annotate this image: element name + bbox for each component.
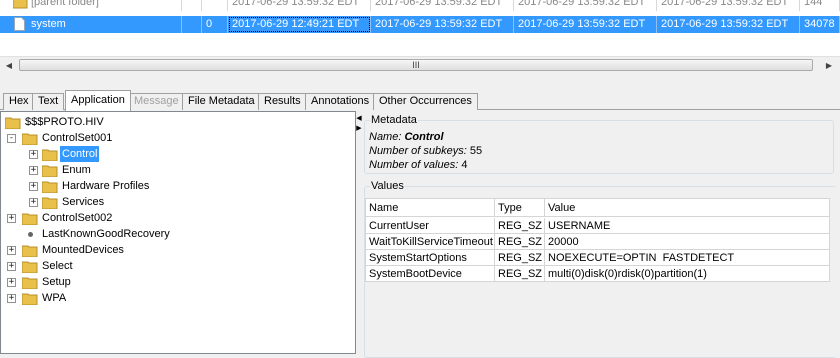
count-cell: 0 xyxy=(202,16,228,33)
values-table-header: Name Type Value xyxy=(366,199,829,217)
tab-annotations[interactable]: Annotations xyxy=(305,93,376,110)
tree-label: Services xyxy=(62,196,105,208)
tree-label: WPA xyxy=(42,292,67,304)
key-name-value: Control xyxy=(404,131,444,143)
tree-label: ControlSet001 xyxy=(42,132,113,144)
scroll-thumb[interactable]: III xyxy=(19,59,813,71)
folder-icon xyxy=(42,181,58,193)
tree-label: LastKnownGoodRecovery xyxy=(42,228,170,240)
tab-application[interactable]: Application xyxy=(65,90,131,111)
metadata-title: Metadata xyxy=(370,114,418,127)
table-row[interactable]: SystemStartOptions REG_SZ NOEXECUTE=OPTI… xyxy=(366,250,829,266)
tree-label: MountedDevices xyxy=(42,244,124,256)
file-icon xyxy=(14,17,25,31)
table-row[interactable]: system 0 2017-06-29 12:49:21 EDT 2017-06… xyxy=(0,16,840,33)
folder-open-icon xyxy=(22,133,38,145)
accessed-time-cell: 2017-06-29 13:59:32 EDT xyxy=(514,0,657,11)
folder-icon xyxy=(13,0,28,9)
horizontal-scrollbar[interactable]: ◀ III ▶ xyxy=(0,56,840,73)
expand-icon[interactable]: + xyxy=(7,262,16,271)
changed-time-cell: 2017-06-29 13:59:32 EDT xyxy=(371,16,514,33)
registry-details-panel: Metadata Name: Control Number of subkeys… xyxy=(362,111,840,358)
expand-icon[interactable]: + xyxy=(7,214,16,223)
tab-message: Message xyxy=(128,93,185,110)
expand-icon[interactable]: + xyxy=(7,246,16,255)
expand-icon[interactable]: + xyxy=(7,294,16,303)
table-row[interactable]: WaitToKillServiceTimeout REG_SZ 20000 xyxy=(366,234,829,250)
created-time-cell: 2017-06-29 13:59:32 EDT xyxy=(657,16,800,33)
collapse-icon[interactable]: - xyxy=(7,134,16,143)
expand-icon[interactable]: + xyxy=(29,182,38,191)
file-list-table: [parent folder] 2017-06-29 13:59:32 EDT … xyxy=(0,0,840,56)
tree-label: Select xyxy=(42,260,73,272)
column-header-type[interactable]: Type xyxy=(495,199,545,216)
column-header-name[interactable]: Name xyxy=(366,199,495,216)
metadata-group: Metadata Name: Control Number of subkeys… xyxy=(364,114,834,174)
expand-icon[interactable]: + xyxy=(29,166,38,175)
folder-icon xyxy=(22,213,38,225)
flag-cell xyxy=(182,16,202,33)
expand-icon[interactable]: + xyxy=(29,198,38,207)
tree-label: ControlSet002 xyxy=(42,212,113,224)
table-row[interactable]: [parent folder] 2017-06-29 13:59:32 EDT … xyxy=(0,0,840,11)
metadata-subkeys-line: Number of subkeys: 55 xyxy=(369,145,483,157)
column-header-value[interactable]: Value xyxy=(545,199,829,216)
table-row[interactable]: SystemBootDevice REG_SZ multi(0)disk(0)r… xyxy=(366,266,829,282)
tab-file-metadata[interactable]: File Metadata xyxy=(182,93,261,110)
folder-icon xyxy=(22,293,38,305)
value-leaf-icon xyxy=(28,232,33,237)
changed-time-cell: 2017-06-29 13:59:32 EDT xyxy=(371,0,514,11)
size-cell: 144 xyxy=(800,0,840,11)
size-cell: 34078 xyxy=(800,16,840,33)
tab-text[interactable]: Text xyxy=(32,93,65,110)
expand-icon[interactable]: + xyxy=(7,278,16,287)
subkeys-count: 55 xyxy=(469,145,483,157)
folder-icon xyxy=(22,261,38,273)
modified-time-cell: 2017-06-29 13:59:32 EDT xyxy=(228,0,371,11)
expand-icon[interactable]: + xyxy=(29,150,38,159)
metadata-values-line: Number of values: 4 xyxy=(369,159,468,171)
values-title: Values xyxy=(370,180,405,193)
tab-results[interactable]: Results xyxy=(258,93,307,110)
folder-icon xyxy=(5,117,21,129)
folder-icon xyxy=(22,277,38,289)
folder-icon xyxy=(42,197,58,209)
tree-label: Enum xyxy=(62,164,91,176)
tree-label: $$$PROTO.HIV xyxy=(25,116,104,128)
tab-hex[interactable]: Hex xyxy=(3,93,35,110)
viewer-tab-bar: Hex Text Application Message File Metada… xyxy=(0,90,840,111)
metadata-name-line: Name: Control xyxy=(369,131,444,143)
folder-icon xyxy=(42,149,58,161)
tree-label: Hardware Profiles xyxy=(62,180,150,192)
values-table: Name Type Value CurrentUser REG_SZ USERN… xyxy=(365,198,830,282)
scroll-left-icon[interactable]: ◀ xyxy=(2,59,16,72)
folder-icon xyxy=(22,245,38,257)
created-time-cell: 2017-06-29 13:59:32 EDT xyxy=(657,0,800,11)
table-row[interactable]: CurrentUser REG_SZ USERNAME xyxy=(366,218,829,234)
file-name-cell: system xyxy=(0,16,182,33)
modified-time-cell[interactable]: 2017-06-29 12:49:21 EDT xyxy=(228,16,371,33)
registry-tree: $$$PROTO.HIV - ControlSet001 + Control +… xyxy=(0,111,356,354)
flag-cell xyxy=(182,0,202,11)
tree-label-selected: Control xyxy=(60,146,100,162)
file-name-cell: [parent folder] xyxy=(0,0,182,11)
count-cell xyxy=(202,0,228,11)
tab-other-occurrences[interactable]: Other Occurrences xyxy=(373,93,478,110)
accessed-time-cell: 2017-06-29 13:59:32 EDT xyxy=(514,16,657,33)
scroll-right-icon[interactable]: ▶ xyxy=(822,59,836,72)
tree-label: Setup xyxy=(42,276,71,288)
folder-icon xyxy=(42,165,58,177)
values-count: 4 xyxy=(461,159,468,171)
